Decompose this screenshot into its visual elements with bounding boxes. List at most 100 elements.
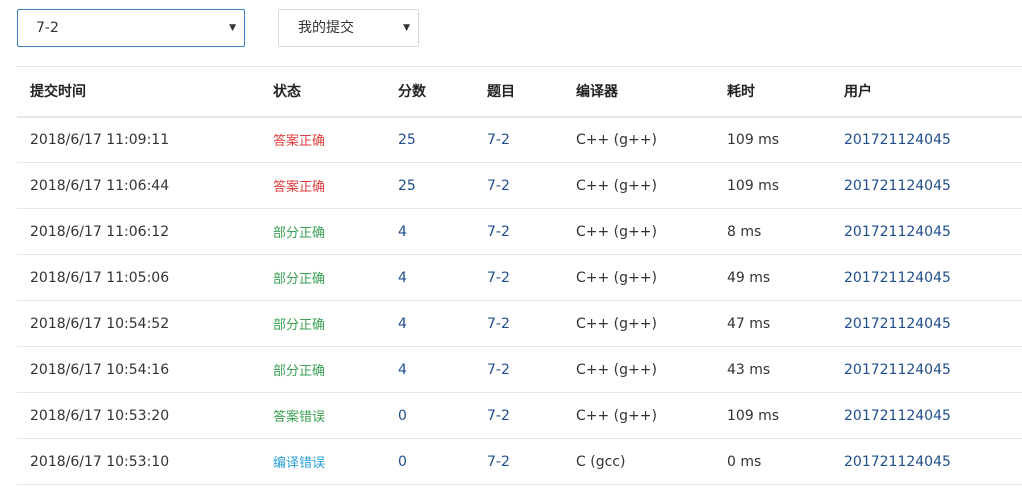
problem-link[interactable]: 7-2 <box>487 362 510 378</box>
header-problem: 题目 <box>487 84 515 101</box>
cell-score: 0 <box>385 393 474 439</box>
cell-cost: 47 ms <box>714 301 831 347</box>
user-link[interactable]: 201721124045 <box>844 362 951 378</box>
time-cost: 109 ms <box>727 177 780 194</box>
score-link[interactable]: 4 <box>398 316 407 332</box>
cell-problem: 7-2 <box>474 255 563 301</box>
cell-score: 25 <box>385 117 474 163</box>
problem-link[interactable]: 7-2 <box>487 270 510 286</box>
submit-time: 2018/6/17 10:54:52 <box>30 315 170 332</box>
cell-score: 4 <box>385 255 474 301</box>
submit-time: 2018/6/17 11:06:44 <box>30 177 170 194</box>
submissions-table: 提交时间 状态 分数 题目 编译器 耗时 用户 2018/6/17 11:09:… <box>17 66 1022 485</box>
cell-compiler: C (gcc) <box>563 439 714 485</box>
status-link[interactable]: 答案正确 <box>273 180 325 195</box>
cell-compiler: C++ (g++) <box>563 163 714 209</box>
table-row: 2018/6/17 10:53:10 编译错误 0 7-2 C (gcc) 0 ms 201… <box>17 439 1022 485</box>
time-cost: 49 ms <box>727 269 771 286</box>
compiler: C++ (g++) <box>576 177 657 194</box>
cell-score: 4 <box>385 301 474 347</box>
cell-cost: 8 ms <box>714 209 831 255</box>
cell-time: 2018/6/17 10:54:52 <box>17 301 260 347</box>
time-cost: 43 ms <box>727 361 771 378</box>
problem-select-value: 7-2 <box>36 20 59 36</box>
submit-time: 2018/6/17 10:54:16 <box>30 361 170 378</box>
cell-user: 201721124045 <box>831 301 1022 347</box>
cell-status: 答案正确 <box>260 117 385 163</box>
table-row: 2018/6/17 10:54:16 部分正确 4 7-2 C++ (g++) 43 ms… <box>17 347 1022 393</box>
score-link[interactable]: 25 <box>398 132 416 148</box>
status-link[interactable]: 部分正确 <box>273 364 325 379</box>
header-time: 提交时间 <box>30 84 86 101</box>
score-link[interactable]: 4 <box>398 224 407 240</box>
cell-time: 2018/6/17 11:06:44 <box>17 163 260 209</box>
score-link[interactable]: 0 <box>398 454 407 470</box>
cell-user: 201721124045 <box>831 163 1022 209</box>
cell-status: 答案错误 <box>260 393 385 439</box>
cell-time: 2018/6/17 11:06:12 <box>17 209 260 255</box>
problem-link[interactable]: 7-2 <box>487 132 510 148</box>
status-link[interactable]: 编译错误 <box>273 456 325 471</box>
problem-select[interactable]: 7-2 ▼ <box>17 9 245 47</box>
problem-link[interactable]: 7-2 <box>487 408 510 424</box>
cell-compiler: C++ (g++) <box>563 347 714 393</box>
user-link[interactable]: 201721124045 <box>844 132 951 148</box>
problem-link[interactable]: 7-2 <box>487 224 510 240</box>
time-cost: 109 ms <box>727 131 780 148</box>
chevron-down-icon: ▼ <box>403 23 410 33</box>
cell-problem: 7-2 <box>474 439 563 485</box>
compiler: C++ (g++) <box>576 269 657 286</box>
status-link[interactable]: 答案正确 <box>273 134 325 149</box>
status-link[interactable]: 部分正确 <box>273 272 325 287</box>
user-link[interactable]: 201721124045 <box>844 408 951 424</box>
cell-problem: 7-2 <box>474 301 563 347</box>
compiler: C++ (g++) <box>576 361 657 378</box>
scope-select[interactable]: 我的提交 ▼ <box>278 9 419 47</box>
compiler: C++ (g++) <box>576 223 657 240</box>
cell-problem: 7-2 <box>474 117 563 163</box>
cell-score: 4 <box>385 209 474 255</box>
header-status: 状态 <box>273 84 301 101</box>
cell-score: 25 <box>385 163 474 209</box>
cell-status: 部分正确 <box>260 209 385 255</box>
cell-problem: 7-2 <box>474 393 563 439</box>
problem-link[interactable]: 7-2 <box>487 316 510 332</box>
problem-link[interactable]: 7-2 <box>487 454 510 470</box>
score-link[interactable]: 0 <box>398 408 407 424</box>
time-cost: 0 ms <box>727 453 762 470</box>
score-link[interactable]: 4 <box>398 362 407 378</box>
cell-cost: 109 ms <box>714 393 831 439</box>
cell-status: 部分正确 <box>260 255 385 301</box>
cell-compiler: C++ (g++) <box>563 117 714 163</box>
cell-time: 2018/6/17 11:05:06 <box>17 255 260 301</box>
header-score: 分数 <box>398 84 426 101</box>
cell-cost: 109 ms <box>714 163 831 209</box>
cell-user: 201721124045 <box>831 255 1022 301</box>
compiler: C++ (g++) <box>576 407 657 424</box>
table-row: 2018/6/17 11:09:11 答案正确 25 7-2 C++ (g++) 109 … <box>17 117 1022 163</box>
score-link[interactable]: 25 <box>398 178 416 194</box>
time-cost: 47 ms <box>727 315 771 332</box>
user-link[interactable]: 201721124045 <box>844 178 951 194</box>
problem-link[interactable]: 7-2 <box>487 178 510 194</box>
cell-status: 答案正确 <box>260 163 385 209</box>
compiler: C++ (g++) <box>576 315 657 332</box>
time-cost: 109 ms <box>727 407 780 424</box>
table-row: 2018/6/17 11:06:12 部分正确 4 7-2 C++ (g++) 8 ms 2… <box>17 209 1022 255</box>
status-link[interactable]: 部分正确 <box>273 226 325 241</box>
table-header-row: 提交时间 状态 分数 题目 编译器 耗时 用户 <box>17 66 1022 117</box>
status-link[interactable]: 部分正确 <box>273 318 325 333</box>
submit-time: 2018/6/17 10:53:20 <box>30 407 170 424</box>
cell-user: 201721124045 <box>831 117 1022 163</box>
user-link[interactable]: 201721124045 <box>844 454 951 470</box>
submit-time: 2018/6/17 11:09:11 <box>30 131 170 148</box>
score-link[interactable]: 4 <box>398 270 407 286</box>
user-link[interactable]: 201721124045 <box>844 316 951 332</box>
user-link[interactable]: 201721124045 <box>844 270 951 286</box>
status-link[interactable]: 答案错误 <box>273 410 325 425</box>
cell-user: 201721124045 <box>831 209 1022 255</box>
header-compiler: 编译器 <box>576 84 618 101</box>
cell-user: 201721124045 <box>831 439 1022 485</box>
user-link[interactable]: 201721124045 <box>844 224 951 240</box>
cell-compiler: C++ (g++) <box>563 255 714 301</box>
